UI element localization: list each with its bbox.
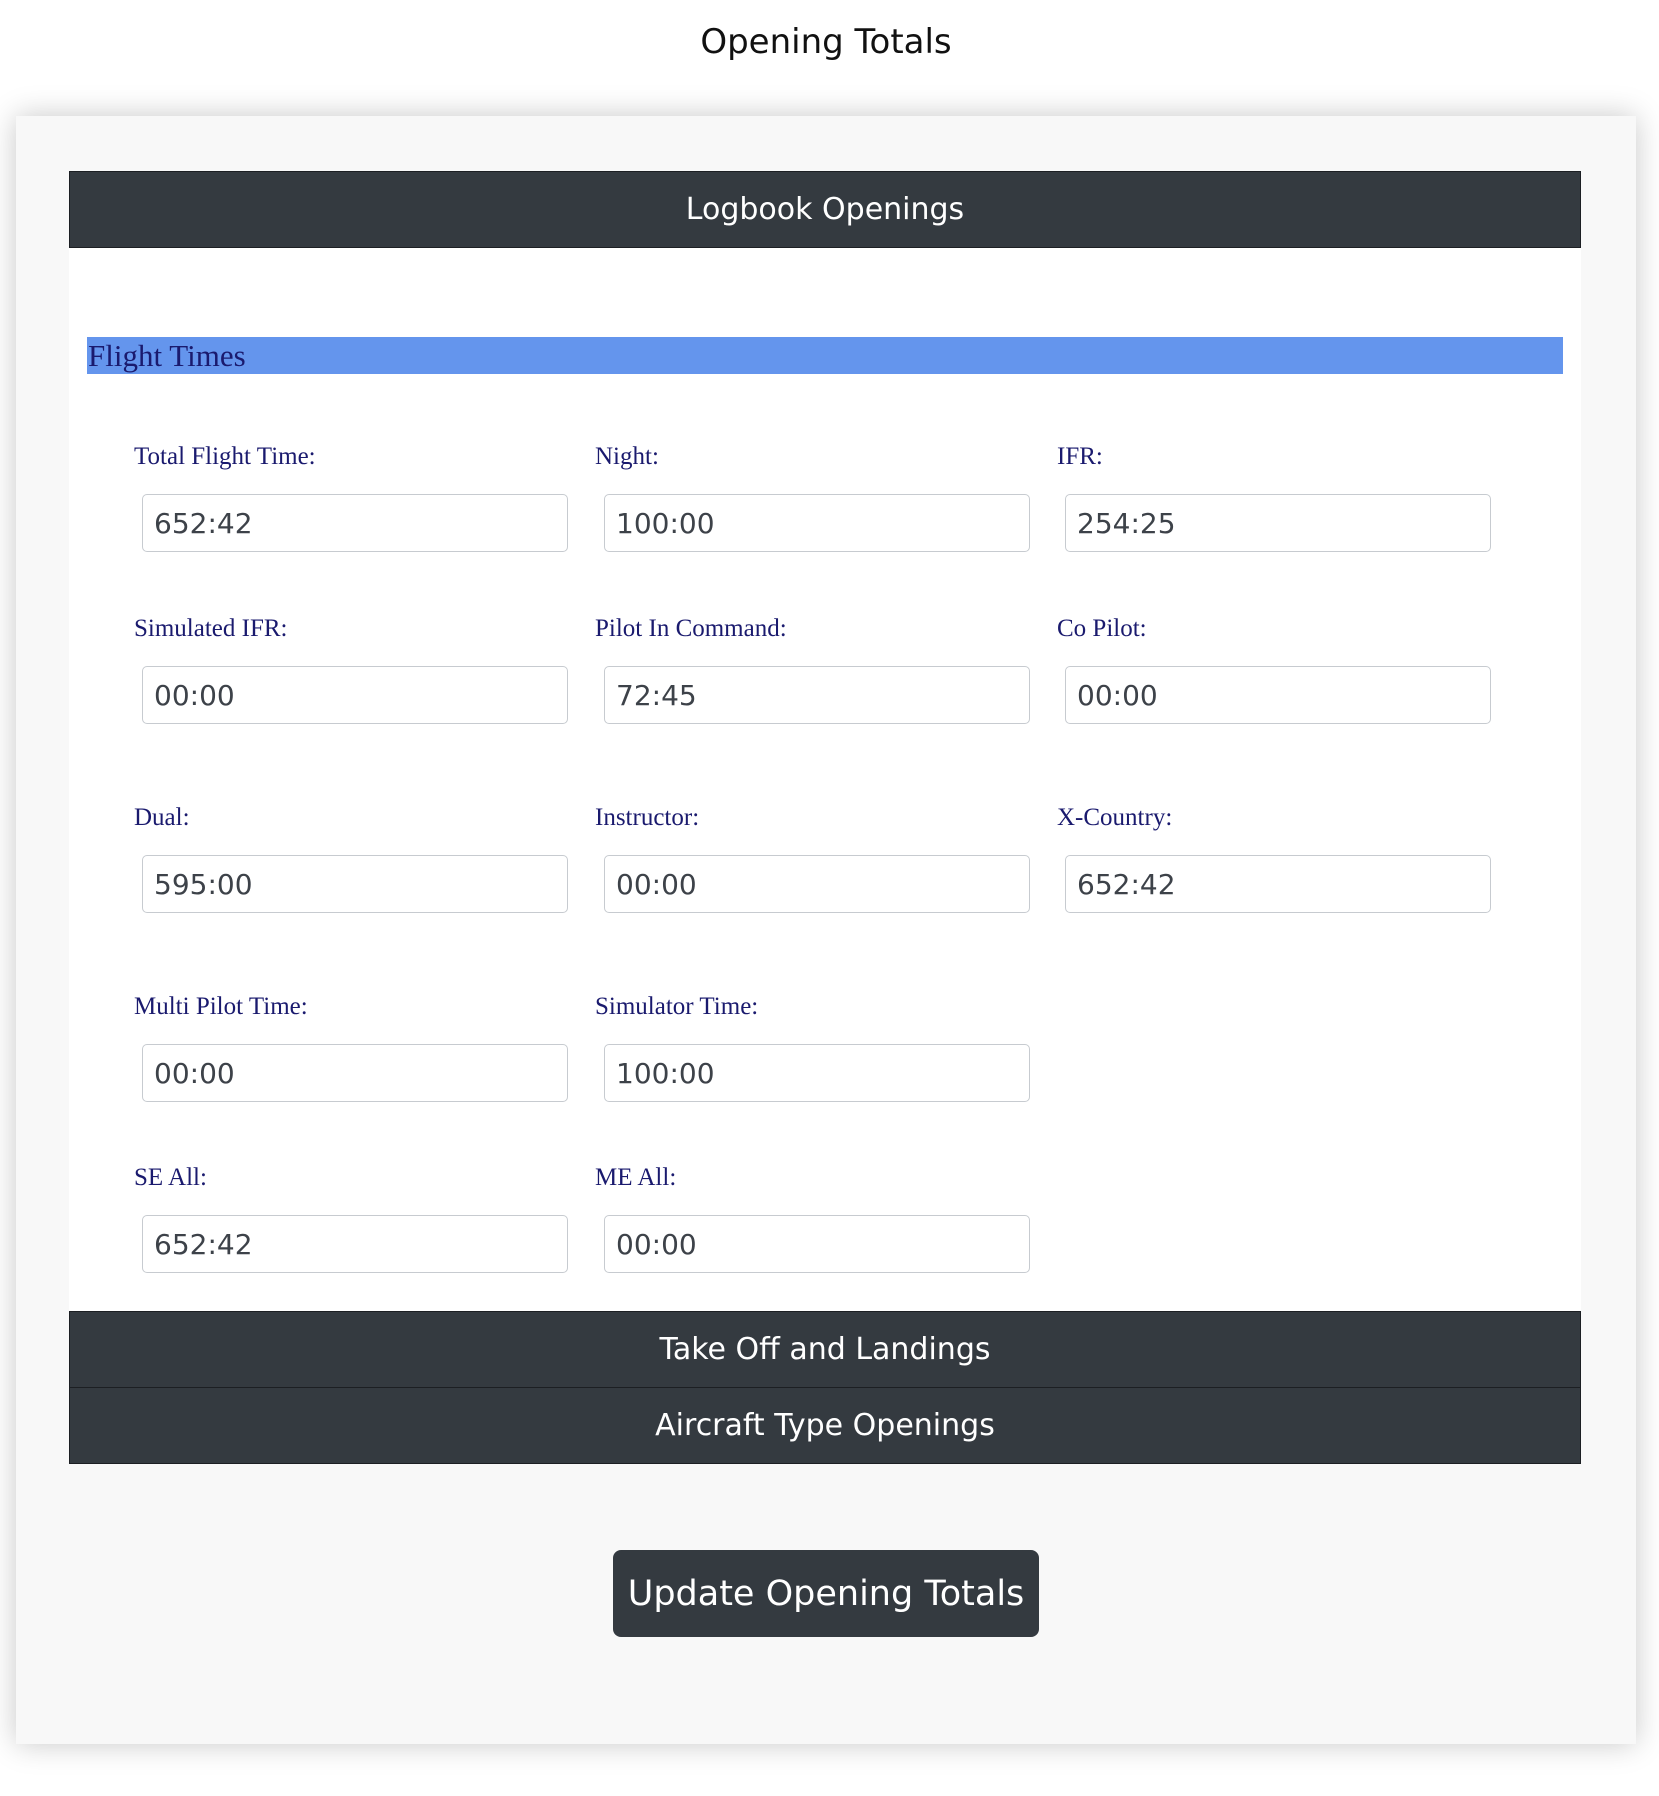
simulated-ifr-input[interactable]: [142, 666, 568, 724]
pilot-in-command-label: Pilot In Command:: [595, 615, 787, 642]
opening-totals-card: Logbook Openings Flight Times Total Flig…: [16, 116, 1636, 1744]
dual-input[interactable]: [142, 855, 568, 913]
night-input[interactable]: [604, 494, 1030, 552]
total-flight-time-input[interactable]: [142, 494, 568, 552]
simulator-time-input[interactable]: [604, 1044, 1030, 1102]
aircraft-type-openings-header[interactable]: Aircraft Type Openings: [69, 1387, 1581, 1464]
update-opening-totals-button[interactable]: Update Opening Totals: [613, 1550, 1039, 1637]
ifr-label: IFR:: [1057, 443, 1103, 470]
page-title: Opening Totals: [700, 22, 952, 62]
take-off-and-landings-header[interactable]: Take Off and Landings: [69, 1311, 1581, 1388]
me-all-label: ME All:: [595, 1164, 677, 1191]
x-country-input[interactable]: [1065, 855, 1491, 913]
simulator-time-label: Simulator Time:: [595, 993, 759, 1020]
pilot-in-command-input[interactable]: [604, 666, 1030, 724]
instructor-label: Instructor:: [595, 804, 700, 831]
flight-times-header: Flight Times: [87, 337, 1563, 374]
se-all-input[interactable]: [142, 1215, 568, 1273]
logbook-openings-panel: Flight Times Total Flight Time: Night: I…: [69, 248, 1581, 1311]
instructor-input[interactable]: [604, 855, 1030, 913]
x-country-label: X-Country:: [1057, 804, 1173, 831]
co-pilot-input[interactable]: [1065, 666, 1491, 724]
dual-label: Dual:: [134, 804, 190, 831]
logbook-openings-header[interactable]: Logbook Openings: [69, 171, 1581, 248]
me-all-input[interactable]: [604, 1215, 1030, 1273]
ifr-input[interactable]: [1065, 494, 1491, 552]
total-flight-time-label: Total Flight Time:: [134, 443, 316, 470]
night-label: Night:: [595, 443, 659, 470]
co-pilot-label: Co Pilot:: [1057, 615, 1147, 642]
multi-pilot-time-label: Multi Pilot Time:: [134, 993, 308, 1020]
simulated-ifr-label: Simulated IFR:: [134, 615, 288, 642]
multi-pilot-time-input[interactable]: [142, 1044, 568, 1102]
se-all-label: SE All:: [134, 1164, 207, 1191]
